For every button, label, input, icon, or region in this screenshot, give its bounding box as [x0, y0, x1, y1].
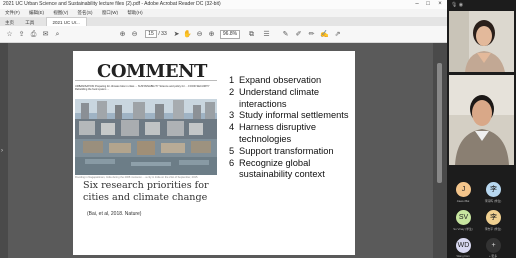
fit-page-icon[interactable]: ⧉	[247, 30, 256, 39]
expand-panel-icon[interactable]: ›	[1, 148, 3, 154]
participant-avatar[interactable]: J	[456, 182, 471, 197]
prev-page-icon[interactable]: ⊕	[118, 30, 127, 39]
menu-file[interactable]: 文件(F)	[5, 10, 20, 15]
list-item: 4 Harness disruptive technologies	[229, 122, 316, 144]
video-tile-participant[interactable]	[449, 75, 514, 165]
menu-sign[interactable]: 签名(S)	[78, 10, 93, 15]
list-item: 3 Study informal settlements	[229, 110, 349, 121]
tab-home[interactable]: 主页	[5, 20, 14, 25]
zoom-select[interactable]: 96.8%	[220, 30, 240, 39]
comment-icon[interactable]: ✎	[281, 30, 290, 39]
scroll-mode-icon[interactable]: ☰	[262, 30, 271, 39]
tab-bar: 主页 工具 2021 UC Ur...	[0, 17, 447, 26]
email-icon[interactable]: ✉	[41, 30, 50, 39]
select-cursor-icon[interactable]: ➤	[172, 30, 181, 39]
slide-page: COMMENT URBANISATION Preparing for clima…	[73, 51, 355, 255]
article-title: Six research priorities for cities and c…	[83, 180, 209, 203]
toolbar: ☆ ⇪ ⎙ ✉ ⌕ ⊕ ⊖ 15 / 33 ➤ ✋ ⊖ ⊕ 96.8% ⧉ ☰ …	[0, 26, 447, 43]
list-item: 6 Recognize global sustainability context	[229, 157, 325, 180]
menu-view[interactable]: 视图(V)	[53, 10, 68, 15]
star-icon[interactable]: ☆	[5, 30, 14, 39]
highlight-icon[interactable]: ✐	[294, 30, 303, 39]
citation: (Bai, et al, 2018. Nature)	[87, 211, 142, 217]
acrobat-window: 2021 UC Urban Science and Sustainability…	[0, 0, 447, 258]
video-tile-presenter[interactable]	[449, 11, 514, 72]
participant-name: 李志平 (学生)	[484, 227, 502, 231]
menu-window[interactable]: 窗口(W)	[102, 10, 118, 15]
menu-edit[interactable]: 编辑(E)	[29, 10, 44, 15]
list-item: 5 Support transformation	[229, 145, 334, 156]
participant-name: + 更多	[488, 254, 497, 258]
priorities-list: 1 Expand observation 2 Understand climate …	[229, 75, 355, 181]
page-navigator: 15 / 33	[145, 30, 167, 39]
screen: 2021 UC Urban Science and Sustainability…	[0, 0, 516, 258]
page-number-input[interactable]: 15	[145, 30, 157, 38]
scrollbar-thumb[interactable]	[437, 63, 442, 183]
next-page-icon[interactable]: ⊖	[130, 30, 139, 39]
page-total: / 33	[158, 31, 167, 37]
meeting-panel: 🎙 ◉ J Jiawei Bai 李 李润晖 (学生) SV Su Vinay …	[447, 0, 516, 258]
close-icon[interactable]: ×	[435, 0, 445, 9]
tab-document[interactable]: 2021 UC Ur...	[45, 17, 87, 26]
minimize-icon[interactable]: –	[412, 0, 422, 9]
window-title: 2021 UC Urban Science and Sustainability…	[0, 0, 447, 9]
camera-icon[interactable]: ◉	[459, 2, 463, 8]
more-participants-button[interactable]: +	[486, 238, 501, 253]
menu-help[interactable]: 帮助(H)	[127, 10, 142, 15]
share-icon[interactable]: ⇗	[333, 30, 342, 39]
photo-caption: Flooding in Nagapattinam, India during t…	[75, 176, 199, 179]
participant-avatar[interactable]: WD	[456, 238, 471, 253]
print-icon[interactable]: ⎙	[29, 30, 38, 39]
left-sidebar: ›	[0, 43, 8, 258]
upload-icon[interactable]: ⇪	[17, 30, 26, 39]
maximize-icon[interactable]: □	[423, 0, 433, 9]
magazine-headlines: URBANISATION Preparing for climate risks…	[75, 85, 210, 92]
participant-avatar[interactable]: 李	[486, 182, 501, 197]
meeting-controls: 🎙 ◉	[451, 2, 463, 8]
participant-name: 李润晖 (学生)	[484, 199, 502, 203]
participant-avatar[interactable]: 李	[486, 210, 501, 225]
participant-avatar[interactable]: SV	[456, 210, 471, 225]
list-item: 2 Understand climate interactions	[229, 86, 320, 109]
header-divider	[75, 80, 217, 81]
participant-name: Su Vinay (学生)	[453, 227, 473, 231]
sign-icon[interactable]: ✍	[320, 30, 329, 39]
tab-tools[interactable]: 工具	[25, 20, 34, 25]
zoom-out-icon[interactable]: ⊖	[195, 30, 204, 39]
participant-name: Jiawei Bai	[456, 199, 470, 203]
magazine-header: COMMENT	[97, 61, 207, 82]
menu-bar: 文件(F) 编辑(E) 视图(V) 签名(S) 窗口(W) 帮助(H)	[0, 9, 447, 17]
list-item: 1 Expand observation	[229, 75, 322, 85]
right-scrollbar[interactable]	[433, 43, 447, 258]
mic-icon[interactable]: 🎙	[451, 2, 457, 8]
draw-icon[interactable]: ✏	[307, 30, 316, 39]
hand-tool-icon[interactable]: ✋	[183, 30, 192, 39]
search-icon[interactable]: ⌕	[53, 30, 62, 39]
participant-name: Wang Dan	[456, 254, 470, 258]
zoom-in-icon[interactable]: ⊕	[207, 30, 216, 39]
flooded-city-photo	[75, 99, 217, 175]
